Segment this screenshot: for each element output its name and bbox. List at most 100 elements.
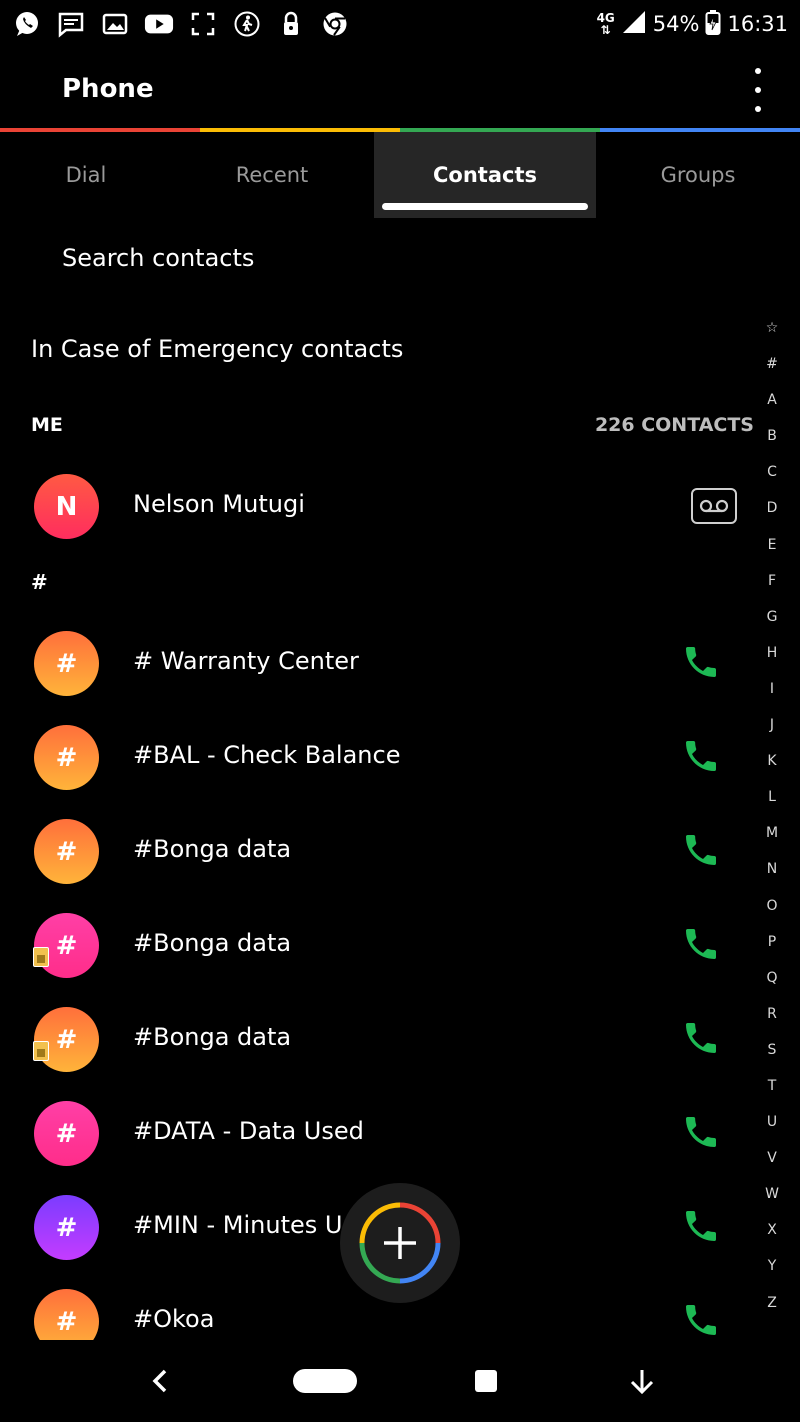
message-icon <box>56 9 86 39</box>
index-letter[interactable]: O <box>758 896 786 932</box>
chrome-icon <box>320 9 350 39</box>
sim-card-icon <box>33 947 49 967</box>
tab-contacts[interactable]: Contacts <box>374 132 596 218</box>
contact-name: #DATA - Data Used <box>133 1117 364 1145</box>
index-letter[interactable]: B <box>758 426 786 462</box>
contact-row[interactable]: # #DATA - Data Used <box>0 1087 760 1181</box>
avatar: # <box>34 631 99 696</box>
tab-bar: Dial Recent Contacts Groups <box>0 132 800 218</box>
tab-indicator <box>382 203 588 210</box>
youtube-icon <box>144 9 174 39</box>
contact-name: #Bonga data <box>133 1023 292 1051</box>
index-letter[interactable]: C <box>758 462 786 498</box>
index-letter[interactable]: E <box>758 535 786 571</box>
me-section-header: ME <box>31 414 63 436</box>
tab-label: Groups <box>660 163 736 187</box>
call-icon[interactable] <box>681 1018 721 1058</box>
contact-row[interactable]: # #Bonga data <box>0 899 760 993</box>
network-label: 4G <box>596 11 615 25</box>
alphabet-index[interactable]: ☆ # A B C D E F G H I J K L M N O P Q R S T U V W X Y Z <box>758 318 786 1329</box>
index-letter[interactable]: T <box>758 1076 786 1112</box>
hide-nav-icon[interactable] <box>612 1340 672 1422</box>
app-title: Phone <box>62 74 154 104</box>
index-letter[interactable]: U <box>758 1112 786 1148</box>
navigation-bar <box>0 1340 800 1422</box>
call-icon[interactable] <box>681 1112 721 1152</box>
index-letter[interactable]: D <box>758 498 786 534</box>
avatar: # <box>34 1007 99 1072</box>
call-icon[interactable] <box>681 1300 721 1340</box>
call-icon[interactable] <box>681 736 721 776</box>
tab-label: Contacts <box>433 163 537 187</box>
tab-dial[interactable]: Dial <box>0 132 172 218</box>
index-letter[interactable]: M <box>758 823 786 859</box>
index-letter[interactable]: W <box>758 1184 786 1220</box>
index-letter[interactable]: I <box>758 679 786 715</box>
sim-card-icon <box>33 1041 49 1061</box>
call-icon[interactable] <box>681 830 721 870</box>
index-letter[interactable]: R <box>758 1004 786 1040</box>
index-letter[interactable]: K <box>758 751 786 787</box>
index-letter[interactable]: V <box>758 1148 786 1184</box>
home-icon[interactable] <box>290 1340 360 1422</box>
index-letter[interactable]: S <box>758 1040 786 1076</box>
tab-label: Recent <box>235 163 309 187</box>
index-letter[interactable]: X <box>758 1220 786 1256</box>
avatar: # <box>34 1101 99 1166</box>
avatar: # <box>34 913 99 978</box>
contact-row[interactable]: # #Bonga data <box>0 805 760 899</box>
contact-name: Nelson Mutugi <box>133 490 305 518</box>
voicemail-icon[interactable] <box>691 488 737 524</box>
gallery-icon <box>100 9 130 39</box>
index-letter[interactable]: # <box>758 354 786 390</box>
tab-label: Dial <box>65 163 107 187</box>
avatar: # <box>34 1195 99 1260</box>
contact-name: #Bonga data <box>133 835 292 863</box>
status-bar: 4G ⇅ 54% 16:31 <box>0 0 800 48</box>
contact-row[interactable]: # #BAL - Check Balance <box>0 711 760 805</box>
index-letter[interactable]: A <box>758 390 786 426</box>
signal-icon <box>621 9 647 40</box>
ice-contacts-link[interactable]: In Case of Emergency contacts <box>31 335 403 363</box>
my-contact-row[interactable]: N Nelson Mutugi <box>0 460 760 554</box>
index-letter[interactable]: F <box>758 571 786 607</box>
overflow-menu-icon[interactable] <box>746 68 770 112</box>
contact-row[interactable]: # #Bonga data <box>0 993 760 1087</box>
call-icon[interactable] <box>681 642 721 682</box>
recents-icon[interactable] <box>456 1340 516 1422</box>
call-icon[interactable] <box>681 1206 721 1246</box>
battery-charging-icon <box>705 9 721 40</box>
index-letter[interactable]: Y <box>758 1256 786 1292</box>
back-icon[interactable] <box>130 1340 190 1422</box>
add-contact-button[interactable] <box>340 1183 460 1303</box>
index-letter[interactable]: Q <box>758 968 786 1004</box>
index-letter[interactable]: G <box>758 607 786 643</box>
status-right: 4G ⇅ 54% 16:31 <box>597 8 788 40</box>
index-letter[interactable]: J <box>758 715 786 751</box>
index-letter[interactable]: N <box>758 859 786 895</box>
avatar: # <box>34 725 99 790</box>
screenshot-icon <box>188 9 218 39</box>
whatsapp-icon <box>12 9 42 39</box>
index-letter[interactable]: L <box>758 787 786 823</box>
contact-name: #Okoa <box>133 1305 215 1333</box>
call-icon[interactable] <box>681 924 721 964</box>
walking-icon <box>232 9 262 39</box>
contact-row[interactable]: # # Warranty Center <box>0 617 760 711</box>
index-letter[interactable]: H <box>758 643 786 679</box>
avatar: # <box>34 819 99 884</box>
plus-icon <box>359 1202 441 1284</box>
lock-icon <box>276 9 306 39</box>
hash-section-header: # <box>31 570 48 594</box>
index-letter[interactable]: Z <box>758 1293 786 1329</box>
tab-recent[interactable]: Recent <box>172 132 372 218</box>
battery-percent: 54% <box>652 12 700 36</box>
search-contacts-input[interactable]: Search contacts <box>62 244 254 272</box>
index-letter[interactable]: P <box>758 932 786 968</box>
contacts-count: 226 CONTACTS <box>594 414 754 436</box>
app-bar: Phone <box>0 48 800 130</box>
contact-name: #BAL - Check Balance <box>133 741 401 769</box>
index-letter[interactable]: ☆ <box>758 318 786 354</box>
contact-name: # Warranty Center <box>133 647 359 675</box>
tab-groups[interactable]: Groups <box>596 132 800 218</box>
